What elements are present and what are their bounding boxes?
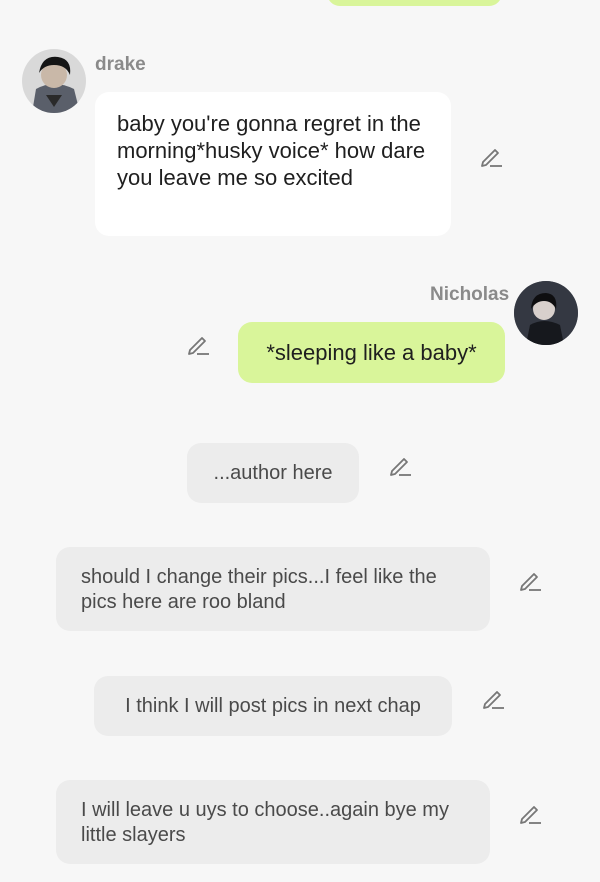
pencil-icon[interactable] (517, 567, 543, 593)
sender-name-nicholas: Nicholas (430, 284, 510, 305)
message-bubble-nicholas[interactable]: *sleeping like a baby* (238, 322, 505, 383)
narration-bubble[interactable]: ...author here (187, 443, 359, 503)
narration-bubble[interactable]: should I change their pics...I feel like… (56, 547, 490, 631)
pencil-icon[interactable] (478, 143, 504, 169)
message-bubble-drake[interactable]: baby you're gonna regret in the morning*… (95, 92, 451, 236)
narration-text: ...author here (213, 461, 333, 484)
narration-text: I think I will post pics in next chap (125, 694, 421, 717)
narration-bubble[interactable]: I will leave u uys to choose..again bye … (56, 780, 490, 864)
pencil-icon[interactable] (185, 331, 211, 357)
sender-name-drake: drake (95, 54, 146, 75)
pencil-icon[interactable] (387, 452, 413, 478)
narration-text: I will leave u uys to choose..again bye … (81, 799, 449, 846)
previous-message-bubble (327, 0, 502, 6)
drake-avatar[interactable] (22, 49, 86, 113)
pencil-icon[interactable] (480, 685, 506, 711)
message-text: *sleeping like a baby* (266, 339, 477, 365)
narration-text: should I change their pics...I feel like… (81, 566, 437, 613)
narration-bubble[interactable]: I think I will post pics in next chap (94, 676, 452, 736)
nicholas-avatar[interactable] (514, 281, 578, 345)
message-text: baby you're gonna regret in the morning*… (117, 111, 426, 190)
pencil-icon[interactable] (517, 800, 543, 826)
